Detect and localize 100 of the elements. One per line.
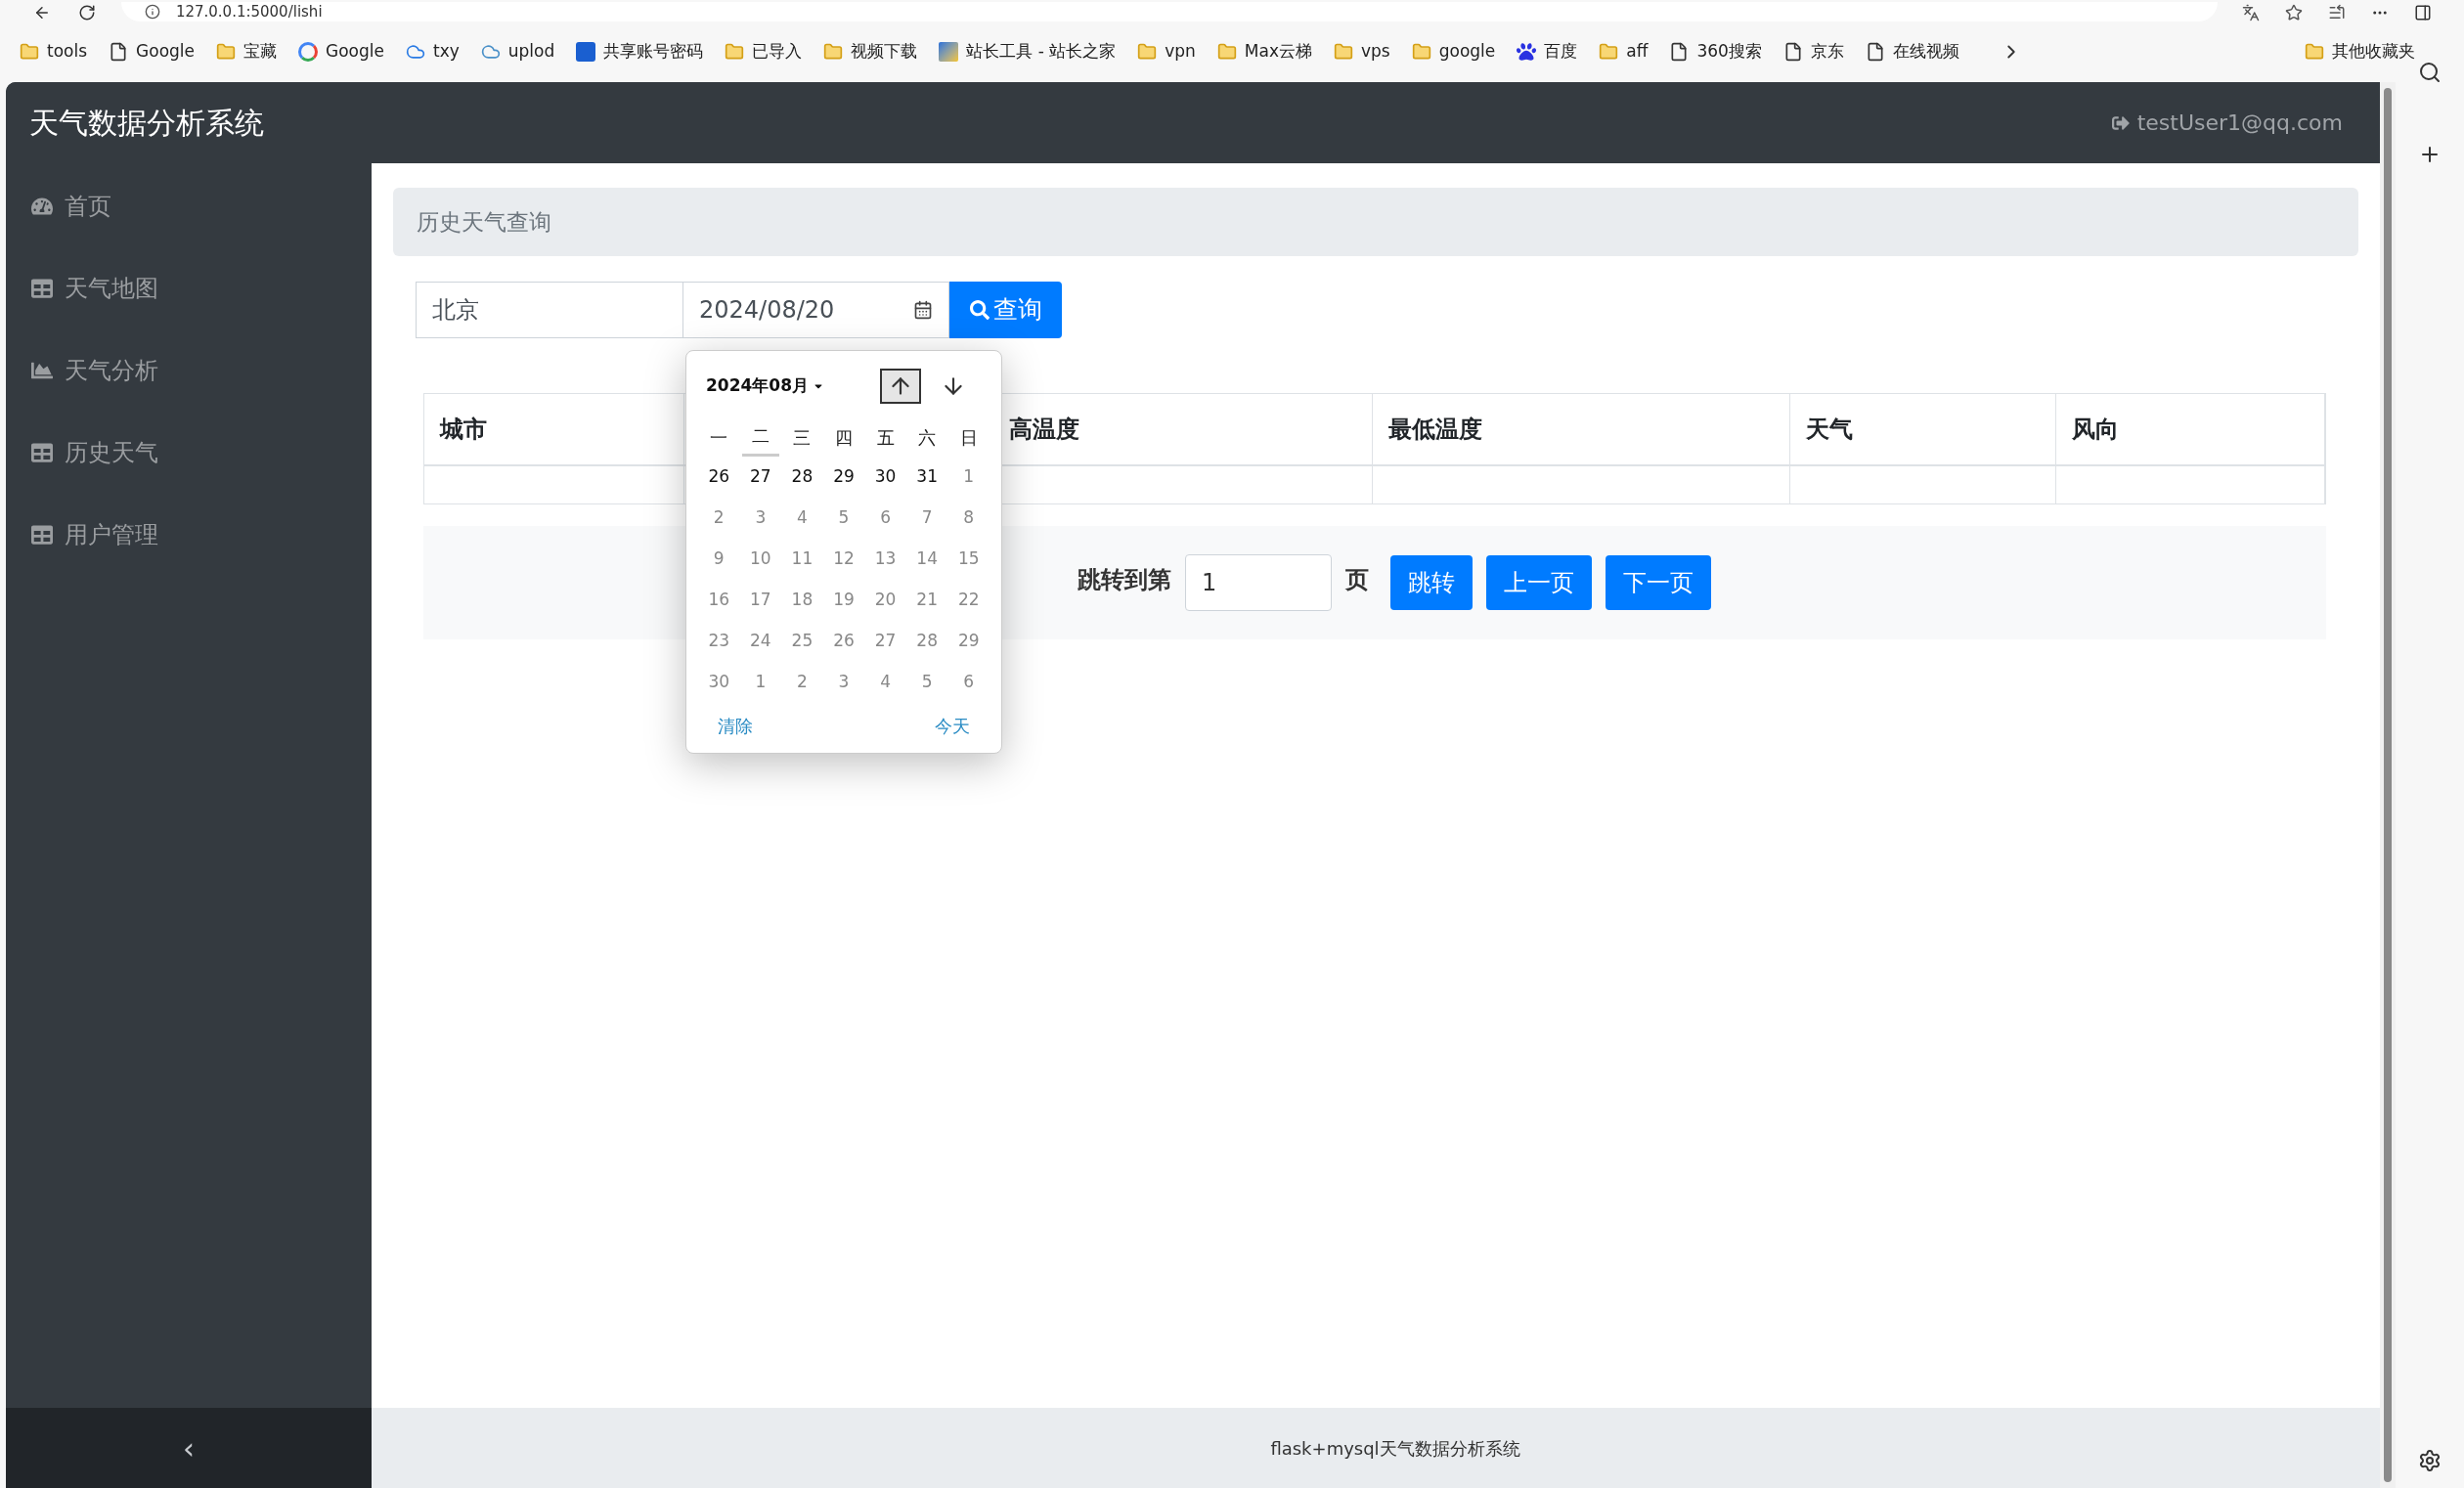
gauge-icon (31, 196, 53, 217)
bookmark[interactable]: Google (294, 39, 388, 65)
calendar-day[interactable]: 17 (739, 580, 782, 621)
bookmark[interactable]: Max云梯 (1212, 39, 1316, 65)
bookmark[interactable]: aff (1595, 39, 1652, 65)
address-bar[interactable]: 127.0.0.1:5000/lishi (120, 2, 2219, 22)
calendar-day[interactable]: 2 (698, 498, 740, 539)
calendar-day[interactable]: 10 (739, 539, 782, 580)
sidebar-toggle[interactable]: ‹ (6, 1408, 372, 1488)
clear-link[interactable]: 清除 (718, 713, 753, 739)
search-icon (969, 300, 990, 320)
bookmark[interactable]: 百度 (1513, 39, 1582, 65)
bookmark[interactable]: 京东 (1779, 39, 1848, 65)
calendar-day[interactable]: 22 (947, 580, 990, 621)
calendar-day[interactable]: 26 (698, 457, 740, 498)
calendar-day[interactable]: 20 (864, 580, 906, 621)
calendar-day[interactable]: 13 (864, 539, 906, 580)
calendar-day[interactable]: 30 (698, 662, 740, 703)
table-icon (31, 278, 53, 299)
user-link[interactable]: testUser1@qq.com (2111, 107, 2343, 139)
sidebar-item[interactable]: 天气分析 (6, 329, 372, 412)
bookmark[interactable]: 宝藏 (212, 39, 281, 65)
calendar-day[interactable]: 1 (947, 457, 990, 498)
calendar-day[interactable]: 5 (905, 662, 948, 703)
translate-icon[interactable] (2241, 4, 2262, 22)
settings-icon[interactable] (2418, 1449, 2442, 1472)
bookmark[interactable]: 其他收藏夹 (2305, 39, 2415, 65)
calendar-day[interactable]: 29 (822, 457, 865, 498)
bookmark[interactable]: 视频下载 (819, 39, 922, 65)
calendar-day[interactable]: 29 (947, 621, 990, 662)
calendar-day[interactable]: 28 (905, 621, 948, 662)
folder-icon (20, 42, 39, 62)
previous-month-button[interactable] (880, 369, 921, 404)
app-icon (939, 42, 959, 62)
bookmark[interactable]: 在线视频 (1861, 39, 1963, 65)
favorite-icon[interactable] (2284, 4, 2305, 22)
bookmark[interactable]: 已导入 (721, 39, 807, 65)
bookmark[interactable]: 360搜索 (1665, 39, 1766, 65)
calendar-day[interactable]: 3 (739, 498, 782, 539)
sidebar-item[interactable]: 首页 (6, 165, 372, 247)
page-icon (109, 42, 129, 62)
query-button[interactable]: 查询 (949, 282, 1062, 338)
calendar-day[interactable]: 4 (781, 498, 823, 539)
table-icon (31, 442, 53, 463)
calendar-day[interactable]: 11 (781, 539, 823, 580)
page-field[interactable]: 1 (1185, 554, 1332, 611)
calendar-day[interactable]: 30 (864, 457, 906, 498)
bookmark[interactable]: 共享账号密码 (572, 39, 708, 65)
sidebar-item[interactable]: 天气地图 (6, 247, 372, 329)
calendar-day[interactable]: 25 (781, 621, 823, 662)
calendar-day[interactable]: 6 (864, 498, 906, 539)
folder-icon (1599, 42, 1619, 62)
calendar-day[interactable]: 18 (781, 580, 823, 621)
calendar-day[interactable]: 1 (739, 662, 782, 703)
app-title: 天气数据分析系统 (29, 105, 264, 142)
calendar-day[interactable]: 6 (947, 662, 990, 703)
today-link[interactable]: 今天 (935, 713, 970, 739)
calendar-day[interactable]: 5 (822, 498, 865, 539)
bookmark[interactable]: uplod (476, 39, 559, 65)
calendar-day[interactable]: 31 (905, 457, 948, 498)
bookmark[interactable]: vps (1330, 39, 1394, 65)
sidebar-item[interactable]: 历史天气 (6, 412, 372, 494)
page-button[interactable]: 下一页 (1606, 555, 1711, 610)
month-selector[interactable]: 2024年08月 (706, 373, 824, 399)
date-field[interactable]: 2024/08/20 (683, 282, 949, 338)
sign-out-icon (2111, 113, 2130, 132)
search-icon[interactable] (2418, 61, 2442, 84)
bookmark[interactable]: google (1407, 39, 1500, 65)
folder-icon (1216, 42, 1237, 62)
bookmark[interactable]: txy (401, 39, 463, 65)
calendar-day[interactable]: 14 (905, 539, 948, 580)
table-icon (31, 524, 53, 546)
calendar-day[interactable]: 16 (698, 580, 740, 621)
calendar-day[interactable]: 4 (864, 662, 906, 703)
calendar-day[interactable]: 27 (739, 457, 782, 498)
calendar-day[interactable]: 3 (822, 662, 865, 703)
calendar-day[interactable]: 21 (905, 580, 948, 621)
cloud-icon (480, 42, 501, 62)
calendar-day[interactable]: 7 (905, 498, 948, 539)
bookmark[interactable]: Google (105, 39, 198, 65)
bookmark[interactable]: 站长工具 - 站长之家 (935, 39, 1121, 65)
calendar-day[interactable]: 24 (739, 621, 782, 662)
page-button[interactable]: 上一页 (1486, 555, 1592, 610)
calendar-day[interactable]: 19 (822, 580, 865, 621)
calendar-day[interactable]: 12 (822, 539, 865, 580)
calendar-day[interactable]: 26 (822, 621, 865, 662)
sidebar-item[interactable]: 用户管理 (6, 494, 372, 576)
calendar-day[interactable]: 9 (698, 539, 740, 580)
calendar-day[interactable]: 15 (947, 539, 990, 580)
calendar-day[interactable]: 2 (781, 662, 823, 703)
bookmark[interactable]: tools (16, 39, 92, 65)
page-button[interactable]: 跳转 (1390, 555, 1473, 610)
calendar-day[interactable]: 23 (698, 621, 740, 662)
calendar-day[interactable]: 8 (947, 498, 990, 539)
calendar-day[interactable]: 28 (781, 457, 823, 498)
bookmark[interactable]: vpn (1133, 39, 1200, 65)
calendar-day[interactable]: 27 (864, 621, 906, 662)
breadcrumb: 历史天气查询 (393, 188, 2358, 256)
city-field[interactable]: 北京 (416, 282, 683, 338)
cloud-icon (405, 42, 425, 62)
